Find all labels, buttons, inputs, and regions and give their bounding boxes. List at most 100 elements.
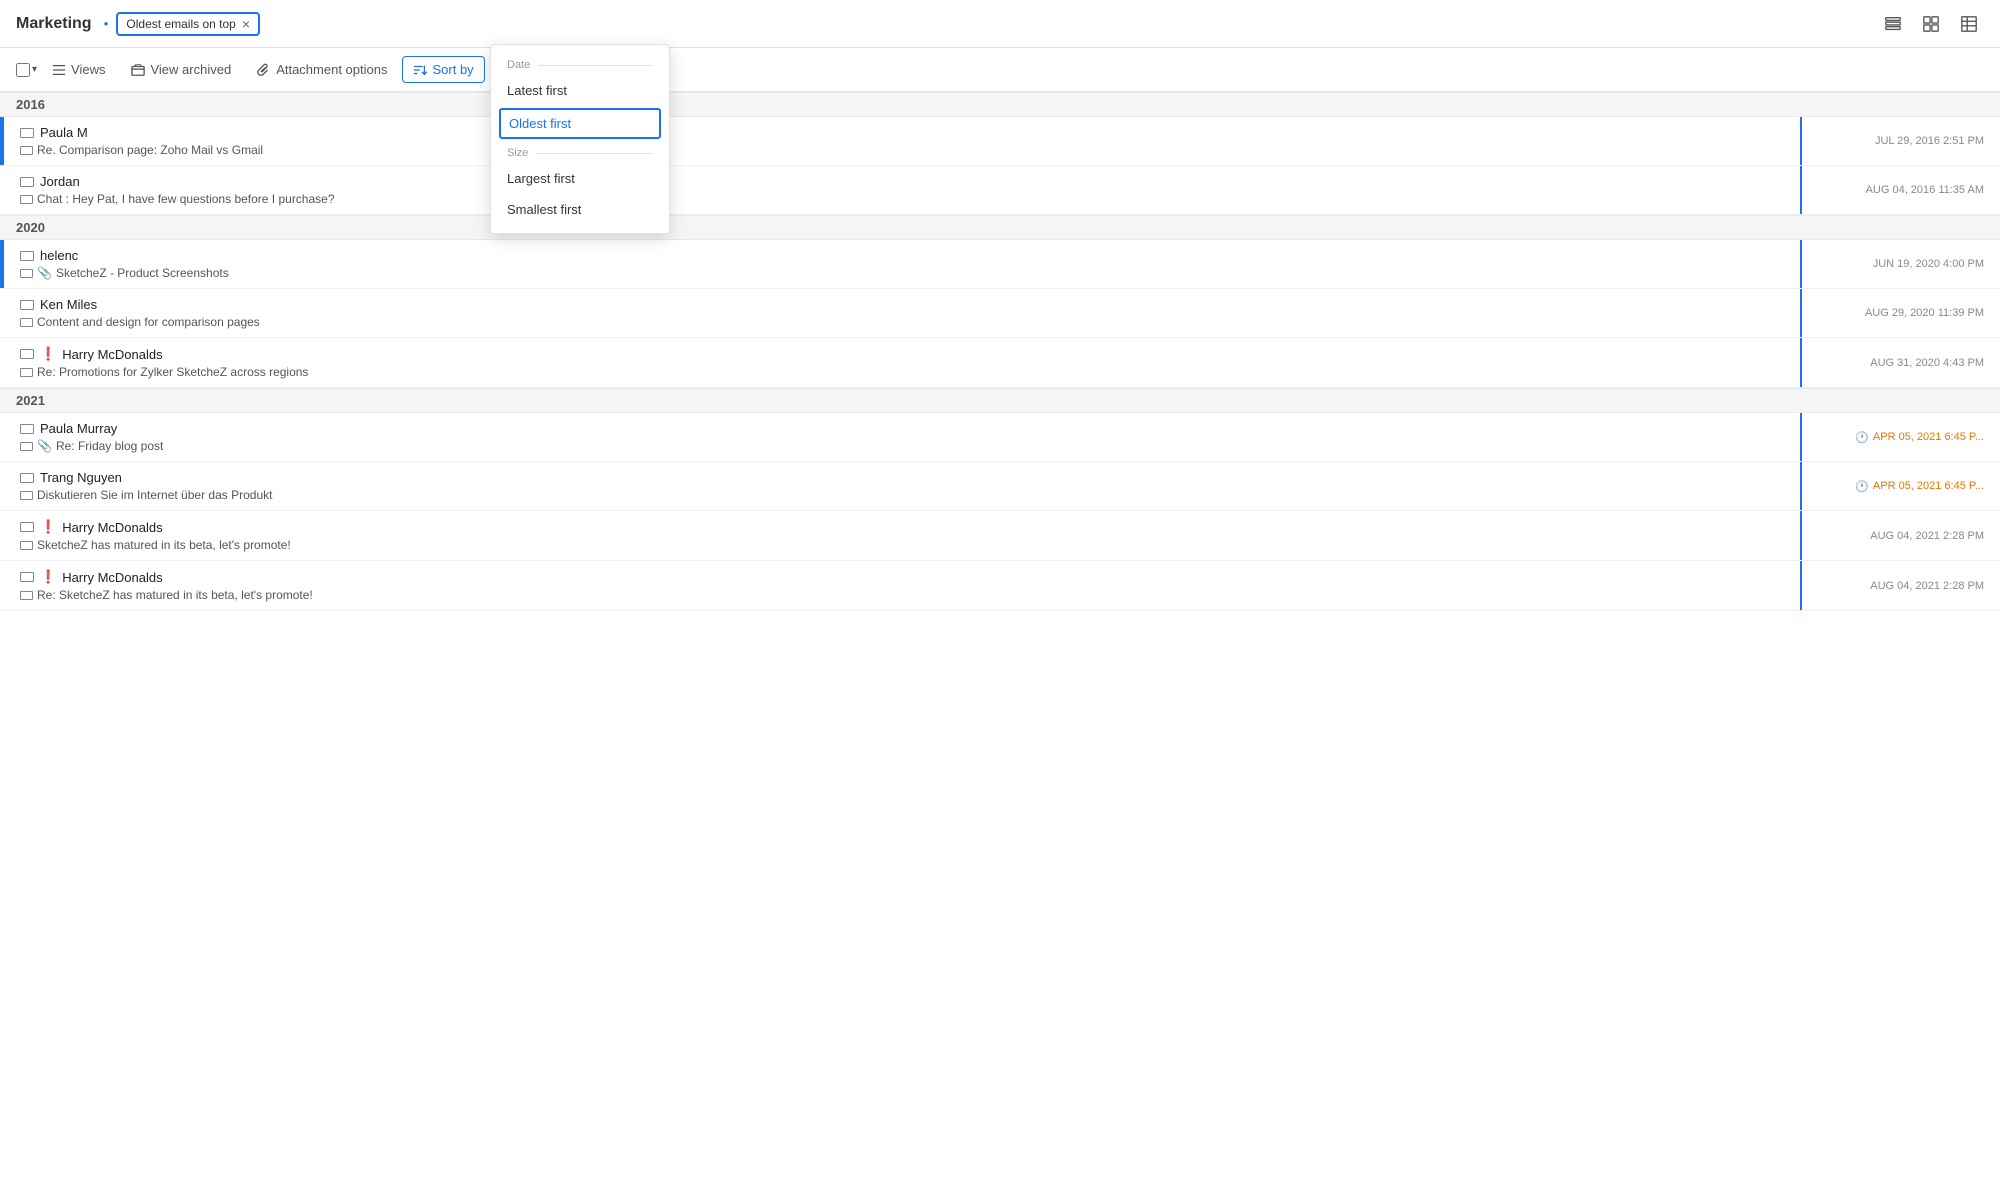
thread-icon	[20, 269, 33, 278]
select-chevron[interactable]: ▾	[32, 64, 37, 75]
select-all-checkbox[interactable]	[16, 63, 30, 77]
thread-date: AUG 04, 2021 2:28 PM	[1800, 561, 2000, 610]
year-group-2016: 2016 Paula M Re. Comparison page: Zoho M…	[0, 92, 2000, 215]
size-section-label: Size	[491, 141, 669, 163]
views-button[interactable]: Views	[41, 56, 116, 83]
email-subject: 📎 SketcheZ - Product Screenshots	[20, 266, 1784, 280]
marketing-dot-icon: ●	[104, 19, 109, 28]
email-list: 2016 Paula M Re. Comparison page: Zoho M…	[0, 92, 2000, 1185]
app-title: Marketing	[16, 15, 92, 33]
email-subject: Re: Promotions for Zylker SketcheZ acros…	[20, 365, 1784, 379]
email-subject: Content and design for comparison pages	[20, 315, 1784, 329]
clock-icon: 🕐	[1855, 431, 1869, 444]
thread-date: AUG 04, 2016 11:35 AM	[1800, 166, 2000, 214]
thread-icon	[20, 318, 33, 327]
mail-icon	[20, 522, 34, 532]
filter-tag[interactable]: Oldest emails on top ×	[116, 12, 260, 36]
mail-icon	[20, 349, 34, 359]
email-subject: Re: SketcheZ has matured in its beta, le…	[20, 588, 1784, 602]
filter-tag-close[interactable]: ×	[242, 16, 250, 32]
thread-date: AUG 31, 2020 4:43 PM	[1800, 338, 2000, 387]
select-all-wrap[interactable]: ▾	[16, 63, 37, 77]
largest-first-item[interactable]: Largest first	[491, 163, 669, 194]
sender-row: Trang Nguyen	[20, 470, 1784, 485]
sender-row: ❗ Harry McDonalds	[20, 346, 1784, 362]
thread-content: ❗ Harry McDonalds Re: Promotions for Zyl…	[4, 338, 1800, 387]
flag-icon: ❗	[40, 346, 56, 362]
thread-icon	[20, 491, 33, 500]
table-row[interactable]: ❗ Harry McDonalds Re: Promotions for Zyl…	[0, 338, 2000, 388]
year-header-2021: 2021	[0, 388, 2000, 413]
thread-content: ❗ Harry McDonalds Re: SketcheZ has matur…	[4, 561, 1800, 610]
sender-row: Paula Murray	[20, 421, 1784, 436]
thread-content: Jordan Chat : Hey Pat, I have few questi…	[4, 166, 1800, 214]
mail-icon	[20, 473, 34, 483]
thread-date: JUN 19, 2020 4:00 PM	[1800, 240, 2000, 288]
email-subject: Diskutieren Sie im Internet über das Pro…	[20, 488, 1784, 502]
thread-date: JUL 29, 2016 2:51 PM	[1800, 117, 2000, 165]
toolbar: ▾ Views View archived Attachment options…	[0, 48, 2000, 92]
attachment-icon: 📎	[37, 439, 52, 453]
card-view-button[interactable]	[1916, 11, 1946, 37]
app-header: Marketing ● Oldest emails on top ×	[0, 0, 2000, 48]
thread-content: Paula Murray 📎 Re: Friday blog post	[4, 413, 1800, 461]
thread-content: Paula M Re. Comparison page: Zoho Mail v…	[4, 117, 1800, 165]
email-subject: 📎 Re: Friday blog post	[20, 439, 1784, 453]
sort-by-button[interactable]: Sort by	[402, 56, 484, 83]
table-row[interactable]: ❗ Harry McDonalds SketcheZ has matured i…	[0, 511, 2000, 561]
latest-first-item[interactable]: Latest first	[491, 75, 669, 106]
sender-row: helenc	[20, 248, 1784, 263]
thread-icon	[20, 146, 33, 155]
table-row[interactable]: Paula Murray 📎 Re: Friday blog post 🕐 AP…	[0, 413, 2000, 462]
mail-icon	[20, 300, 34, 310]
mail-icon	[20, 424, 34, 434]
table-row[interactable]: helenc 📎 SketcheZ - Product Screenshots …	[0, 240, 2000, 289]
email-subject: Chat : Hey Pat, I have few questions bef…	[20, 192, 1784, 206]
sender-row: ❗ Harry McDonalds	[20, 519, 1784, 535]
table-row[interactable]: Trang Nguyen Diskutieren Sie im Internet…	[0, 462, 2000, 511]
mail-icon	[20, 572, 34, 582]
thread-content: helenc 📎 SketcheZ - Product Screenshots	[4, 240, 1800, 288]
thread-date: AUG 04, 2021 2:28 PM	[1800, 511, 2000, 560]
email-subject: Re. Comparison page: Zoho Mail vs Gmail	[20, 143, 1784, 157]
thread-icon	[20, 368, 33, 377]
mail-icon	[20, 251, 34, 261]
compact-view-button[interactable]	[1878, 11, 1908, 37]
thread-content: ❗ Harry McDonalds SketcheZ has matured i…	[4, 511, 1800, 560]
sender-row: Ken Miles	[20, 297, 1784, 312]
filter-tag-label: Oldest emails on top	[126, 17, 235, 31]
oldest-first-item[interactable]: Oldest first	[499, 108, 661, 139]
flag-icon: ❗	[40, 569, 56, 585]
thread-content: Ken Miles Content and design for compari…	[4, 289, 1800, 337]
thread-icon	[20, 591, 33, 600]
thread-icon	[20, 541, 33, 550]
year-header-2020: 2020	[0, 215, 2000, 240]
table-row[interactable]: Paula M Re. Comparison page: Zoho Mail v…	[0, 117, 2000, 166]
year-header-2016: 2016	[0, 92, 2000, 117]
table-row[interactable]: ❗ Harry McDonalds Re: SketcheZ has matur…	[0, 561, 2000, 611]
thread-date: AUG 29, 2020 11:39 PM	[1800, 289, 2000, 337]
thread-date: 🕐 APR 05, 2021 6:45 P...	[1800, 462, 2000, 510]
table-row[interactable]: Ken Miles Content and design for compari…	[0, 289, 2000, 338]
thread-icon	[20, 195, 33, 204]
attachment-icon: 📎	[37, 266, 52, 280]
mail-icon	[20, 177, 34, 187]
date-section-label: Date	[491, 53, 669, 75]
table-view-button[interactable]	[1954, 11, 1984, 37]
sort-dropdown: Date Latest first Oldest first Size Larg…	[490, 44, 670, 234]
year-group-2020: 2020 helenc 📎 SketcheZ - Product Screens…	[0, 215, 2000, 388]
year-group-2021: 2021 Paula Murray 📎 Re: Friday blog post…	[0, 388, 2000, 611]
sender-row: Jordan	[20, 174, 1784, 189]
table-row[interactable]: Jordan Chat : Hey Pat, I have few questi…	[0, 166, 2000, 215]
flag-icon: ❗	[40, 519, 56, 535]
clock-icon: 🕐	[1855, 480, 1869, 493]
mail-icon	[20, 128, 34, 138]
view-archived-button[interactable]: View archived	[120, 56, 242, 83]
thread-date: 🕐 APR 05, 2021 6:45 P...	[1800, 413, 2000, 461]
sender-row: Paula M	[20, 125, 1784, 140]
sender-row: ❗ Harry McDonalds	[20, 569, 1784, 585]
thread-content: Trang Nguyen Diskutieren Sie im Internet…	[4, 462, 1800, 510]
smallest-first-item[interactable]: Smallest first	[491, 194, 669, 225]
email-subject: SketcheZ has matured in its beta, let's …	[20, 538, 1784, 552]
attachment-options-button[interactable]: Attachment options	[246, 56, 398, 83]
